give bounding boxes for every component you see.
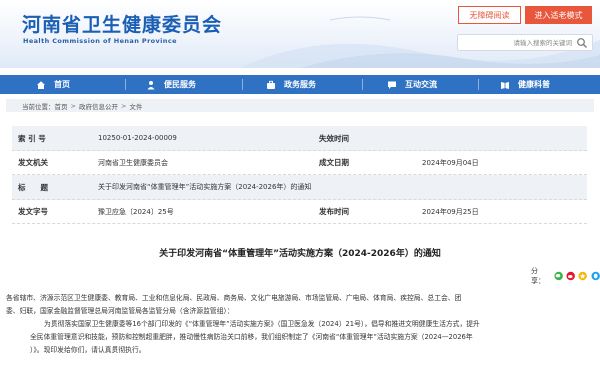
- search-icon[interactable]: [576, 37, 588, 49]
- nav-item-health-science[interactable]: 健康科普: [500, 75, 550, 94]
- accessible-reading-button[interactable]: 无障碍阅读: [458, 6, 521, 24]
- nav-divider: [478, 79, 479, 90]
- nav-item-home[interactable]: 首页: [36, 75, 70, 94]
- book-icon: [501, 81, 509, 89]
- published-date-label: 发布时间: [319, 207, 349, 216]
- chat-icon: [388, 81, 396, 89]
- nav-label-home: 首页: [54, 80, 70, 89]
- qzone-icon[interactable]: [578, 271, 588, 281]
- info-row: 发文字号 豫卫应急〔2024〕25号 发布时间 2024年09月25日: [12, 200, 587, 224]
- published-date-value: 2024年09月25日: [422, 207, 479, 216]
- article-paragraph: 为贯彻落实国家卫生健康委等16个部门印发的《“体重管理年”活动实施方案》（国卫医…: [44, 320, 480, 328]
- nav-item-convenience[interactable]: 便民服务: [146, 75, 196, 94]
- article-title: 关于印发河南省“体重管理年”活动实施方案（2024-2026年）的通知: [159, 249, 441, 259]
- search-input[interactable]: [462, 37, 572, 49]
- article-body: 各省辖市、济源示范区卫生健康委、教育局、工业和信息化局、民政局、商务局、文化广电…: [6, 292, 578, 357]
- expiry-label: 失效时间: [319, 133, 349, 143]
- breadcrumb: 当前位置： 首页 > 政府信息公开 > 文件: [6, 99, 594, 112]
- nav-label-health-science: 健康科普: [518, 80, 550, 89]
- briefcase-icon: [267, 80, 275, 89]
- site-logo-subtitle: Health Commission of Henan Province: [23, 37, 177, 45]
- article-paragraph: ）》。现印发给你们，请认真贯彻执行。: [30, 346, 146, 354]
- nav-item-government-services[interactable]: 政务服务: [266, 75, 316, 94]
- nav-divider: [125, 79, 126, 90]
- home-icon: [37, 80, 45, 89]
- nav-divider: [362, 79, 363, 90]
- breadcrumb-prefix: 当前位置：: [22, 102, 55, 111]
- doc-number-value: 豫卫应急〔2024〕25号: [98, 207, 174, 216]
- people-icon: [147, 80, 155, 89]
- nav-divider: [242, 79, 243, 90]
- weibo-icon[interactable]: [566, 271, 575, 281]
- main-nav: 首页 便民服务 政务服务 互动交流 健康科普: [0, 75, 600, 94]
- created-date-label: 成文日期: [319, 158, 349, 167]
- article-paragraph: 委、妇联，国家金融监督管理总局河南监管局各监管分局（含济源监管组）：: [6, 307, 234, 315]
- doc-number-label: 发文字号: [18, 207, 48, 216]
- issuer-value: 河南省卫生健康委员会: [98, 158, 168, 167]
- document-info-table: 索 引 号 10250-01-2024-00009 失效时间 发文机关 河南省卫…: [12, 126, 587, 224]
- title-value: 关于印发河南省“体重管理年”活动实施方案（2024-2026年）的通知: [98, 183, 312, 191]
- article-paragraph: 各省辖市、济源示范区卫生健康委、教育局、工业和信息化局、民政局、商务局、文化广电…: [6, 294, 462, 302]
- nav-label-government-services: 政务服务: [284, 80, 316, 89]
- index-label: 索 引 号: [18, 133, 46, 143]
- title-label: 标 题: [18, 182, 48, 192]
- issuer-label: 发文机关: [18, 158, 48, 167]
- nav-label-convenience: 便民服务: [164, 80, 196, 89]
- article-paragraph: 全民体重管理意识和技能，预防和控制超重肥胖，推动慢性病防治关口前移，我们组织制定…: [30, 333, 473, 341]
- created-date-value: 2024年09月04日: [422, 158, 479, 167]
- breadcrumb-separator: >: [70, 101, 76, 110]
- info-row: 发文机关 河南省卫生健康委员会 成文日期 2024年09月04日: [12, 151, 587, 175]
- site-logo-title[interactable]: 河南省卫生健康委员会: [22, 10, 222, 37]
- breadcrumb-link-home[interactable]: 首页: [55, 101, 68, 111]
- breadcrumb-link-documents[interactable]: 文件: [129, 101, 142, 111]
- wechat-icon[interactable]: [554, 271, 563, 281]
- site-header: 河南省卫生健康委员会 Health Commission of Henan Pr…: [0, 0, 600, 68]
- breadcrumb-separator: >: [120, 101, 127, 110]
- info-row: 索 引 号 10250-01-2024-00009 失效时间: [12, 126, 587, 151]
- search-box: [457, 34, 593, 51]
- share-label: 分享：: [531, 267, 545, 285]
- nav-item-interaction[interactable]: 互动交流: [387, 75, 437, 94]
- share-bar: 分享：: [531, 267, 600, 285]
- nav-label-interaction: 互动交流: [405, 80, 437, 89]
- elder-mode-button[interactable]: 进入适老模式: [525, 6, 592, 24]
- index-value: 10250-01-2024-00009: [98, 134, 177, 142]
- info-row: 标 题 关于印发河南省“体重管理年”活动实施方案（2024-2026年）的通知: [12, 175, 587, 200]
- breadcrumb-link-gov-info[interactable]: 政府信息公开: [79, 101, 118, 111]
- qq-icon[interactable]: [591, 271, 600, 281]
